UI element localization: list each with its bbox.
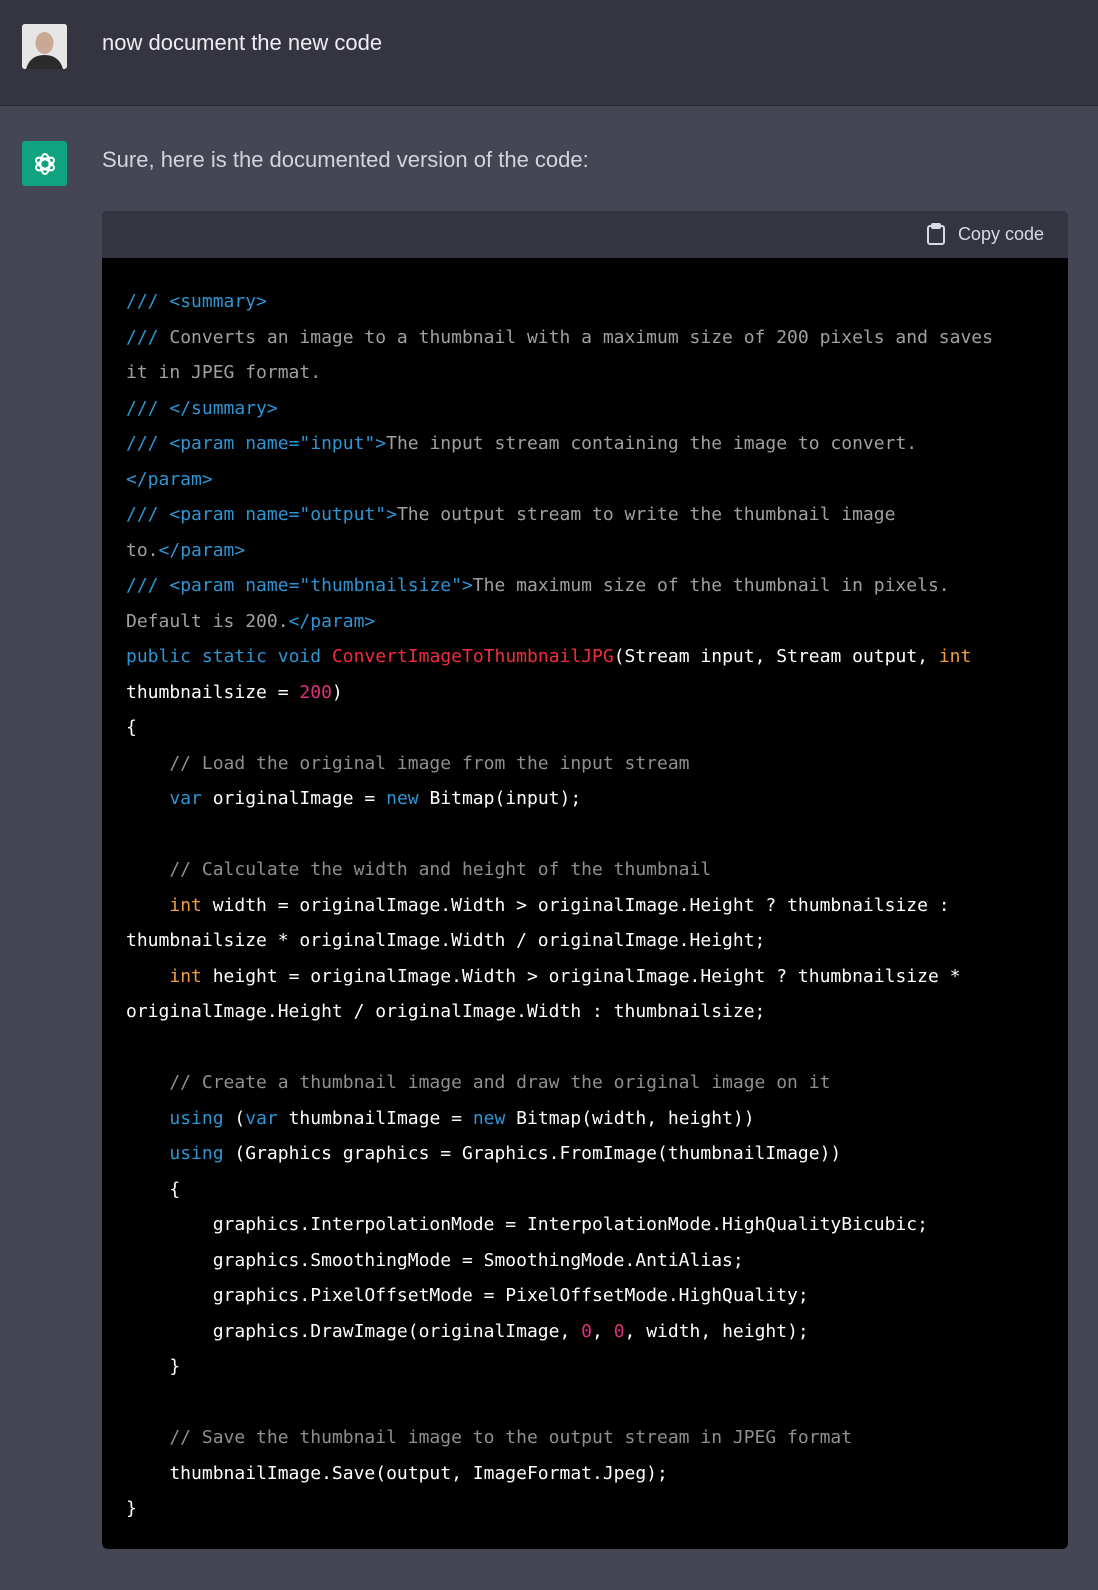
openai-logo-icon	[22, 141, 67, 186]
code-line: }	[126, 1356, 181, 1377]
user-message-text: now document the new code	[102, 30, 383, 55]
assistant-message-row: Sure, here is the documented version of …	[0, 106, 1098, 1590]
code-line: originalImage.Height / originalImage.Wid…	[126, 1001, 766, 1022]
code-line: /// </summary>	[126, 397, 278, 419]
code-line: /// Converts an image to a thumbnail wit…	[126, 326, 993, 348]
code-line: /// <param name="input">The input stream…	[126, 433, 918, 454]
code-line: graphics.SmoothingMode = SmoothingMode.A…	[126, 1249, 744, 1271]
code-content: /// <summary> /// Converts an image to a…	[102, 258, 1068, 1527]
code-line: var originalImage = new Bitmap(input);	[169, 788, 582, 809]
assistant-intro-text: Sure, here is the documented version of …	[102, 147, 589, 172]
code-line: // Save the thumbnail image to the outpu…	[126, 1427, 853, 1448]
user-avatar-photo	[22, 24, 67, 69]
code-line: int height = originalImage.Width > origi…	[169, 965, 961, 987]
code-line: int width = originalImage.Width > origin…	[169, 894, 950, 916]
code-line: {	[126, 717, 137, 738]
code-line: // Create a thumbnail image and draw the…	[126, 1072, 831, 1093]
clipboard-icon	[926, 223, 945, 245]
code-line: {	[126, 1178, 181, 1200]
code-line: Default is 200.</param>	[126, 610, 376, 632]
code-line: to.</param>	[126, 539, 246, 561]
code-line: // Load the original image from the inpu…	[126, 752, 690, 774]
code-line: graphics.PixelOffsetMode = PixelOffsetMo…	[126, 1285, 809, 1306]
user-avatar	[22, 24, 67, 69]
code-line: graphics.InterpolationMode = Interpolati…	[126, 1214, 928, 1235]
code-line: it in JPEG format.	[126, 362, 322, 383]
code-line: public static void ConvertImageToThumbna…	[126, 646, 972, 667]
user-message-row: now document the new code	[0, 0, 1098, 106]
copy-code-button[interactable]: Copy code	[926, 223, 1044, 245]
code-line: using (Graphics graphics = Graphics.From…	[169, 1143, 842, 1164]
code-block: Copy code /// <summary> /// Converts an …	[102, 211, 1068, 1549]
code-line: /// <summary>	[126, 291, 267, 312]
code-line: thumbnailsize * originalImage.Width / or…	[126, 930, 766, 951]
code-line: using (var thumbnailImage = new Bitmap(w…	[169, 1107, 755, 1129]
code-line: /// <param name="output">The output stre…	[126, 504, 896, 525]
code-block-header: Copy code	[102, 211, 1068, 258]
code-line: // Calculate the width and height of the…	[126, 859, 712, 880]
code-line: graphics.DrawImage(originalImage, 0, 0, …	[126, 1320, 809, 1342]
code-line: }	[126, 1498, 137, 1519]
code-line: thumbnailsize = 200)	[126, 681, 343, 703]
copy-code-label: Copy code	[957, 223, 1044, 244]
code-line: /// <param name="thumbnailsize">The maxi…	[126, 575, 950, 596]
code-line: </param>	[126, 468, 213, 490]
code-line: thumbnailImage.Save(output, ImageFormat.…	[126, 1462, 668, 1484]
